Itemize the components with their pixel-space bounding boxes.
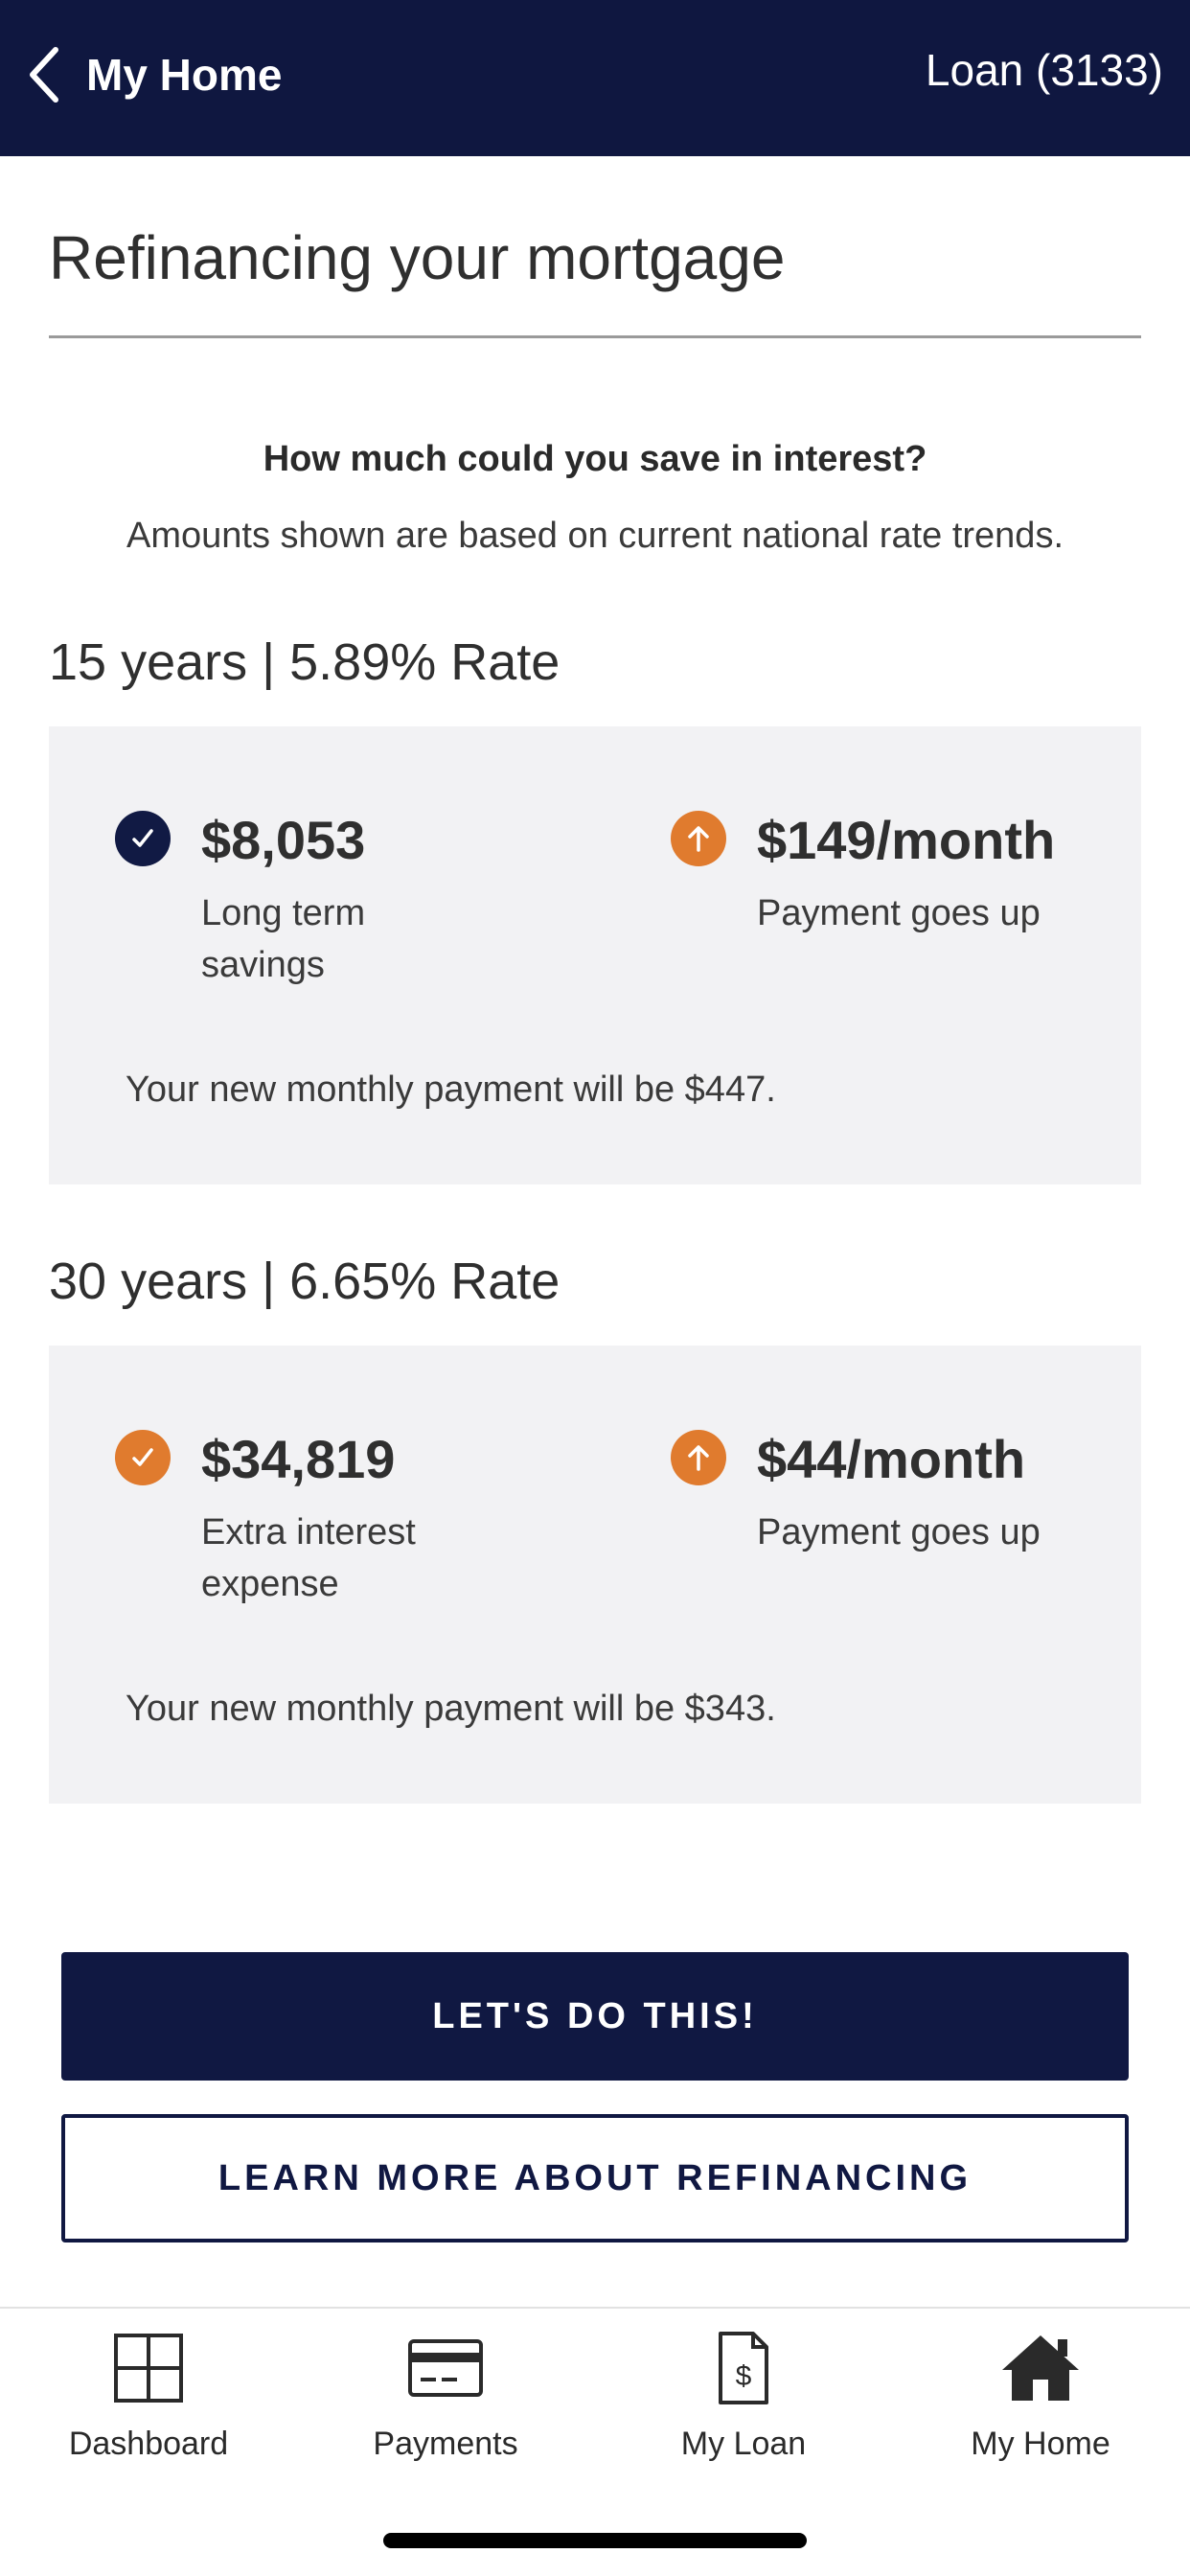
credit-card-icon <box>405 2329 486 2406</box>
rate-trends-note: Amounts shown are based on current natio… <box>126 516 1064 556</box>
lets-do-this-button[interactable]: LET'S DO THIS! <box>61 1952 1129 2081</box>
back-button[interactable]: My Home <box>21 36 282 113</box>
tab-label: Payments <box>373 2426 518 2462</box>
metric-value: $8,053 <box>201 810 366 870</box>
option-card-30-years: $34,819 Extra interest expense $44/month… <box>49 1346 1141 1804</box>
metric-description: Payment goes up <box>757 893 1041 933</box>
tab-label: My Home <box>971 2426 1110 2462</box>
tab-bar-divider <box>0 2307 1190 2309</box>
svg-text:$: $ <box>736 2360 752 2392</box>
metric-description: Long term savings <box>201 893 366 985</box>
home-indicator <box>383 2533 807 2548</box>
savings-question: How much could you save in interest? <box>263 439 927 479</box>
check-icon <box>115 811 171 866</box>
new-monthly-payment-note: Your new monthly payment will be $343. <box>126 1689 776 1729</box>
dashboard-icon <box>108 2329 189 2406</box>
back-button-label: My Home <box>86 50 283 100</box>
home-icon <box>1000 2329 1081 2406</box>
tab-payments[interactable]: Payments <box>297 2329 594 2463</box>
check-icon <box>115 1430 171 1485</box>
option-card-15-years: $8,053 Long term savings $149/month Paym… <box>49 726 1141 1184</box>
top-navigation-bar: My Home Loan (3133) <box>0 0 1190 156</box>
arrow-up-icon <box>671 1430 726 1485</box>
loan-document-icon: $ <box>703 2329 784 2406</box>
metric-value: $149/month <box>757 810 1056 870</box>
metric-description: Extra interest expense <box>201 1512 416 1604</box>
tab-label: Dashboard <box>68 2426 229 2462</box>
tab-dashboard[interactable]: Dashboard <box>0 2329 297 2463</box>
loan-identifier: Loan (3133) <box>925 45 1163 95</box>
metric-value: $44/month <box>757 1429 1026 1489</box>
title-divider <box>49 335 1141 338</box>
tab-my-home[interactable]: My Home <box>892 2329 1189 2463</box>
new-monthly-payment-note: Your new monthly payment will be $447. <box>126 1070 776 1110</box>
metric-value: $34,819 <box>201 1429 396 1489</box>
arrow-up-icon <box>671 811 726 866</box>
metric-description: Payment goes up <box>757 1512 1041 1552</box>
page-title: Refinancing your mortgage <box>49 223 786 292</box>
tab-label: My Loan <box>680 2426 807 2462</box>
option-heading-30-years: 30 years | 6.65% Rate <box>49 1253 561 1310</box>
tab-my-loan[interactable]: $ My Loan <box>595 2329 892 2463</box>
option-heading-15-years: 15 years | 5.89% Rate <box>49 633 561 691</box>
learn-more-refinancing-button[interactable]: LEARN MORE ABOUT REFINANCING <box>61 2114 1129 2242</box>
chevron-left-icon <box>21 36 67 113</box>
